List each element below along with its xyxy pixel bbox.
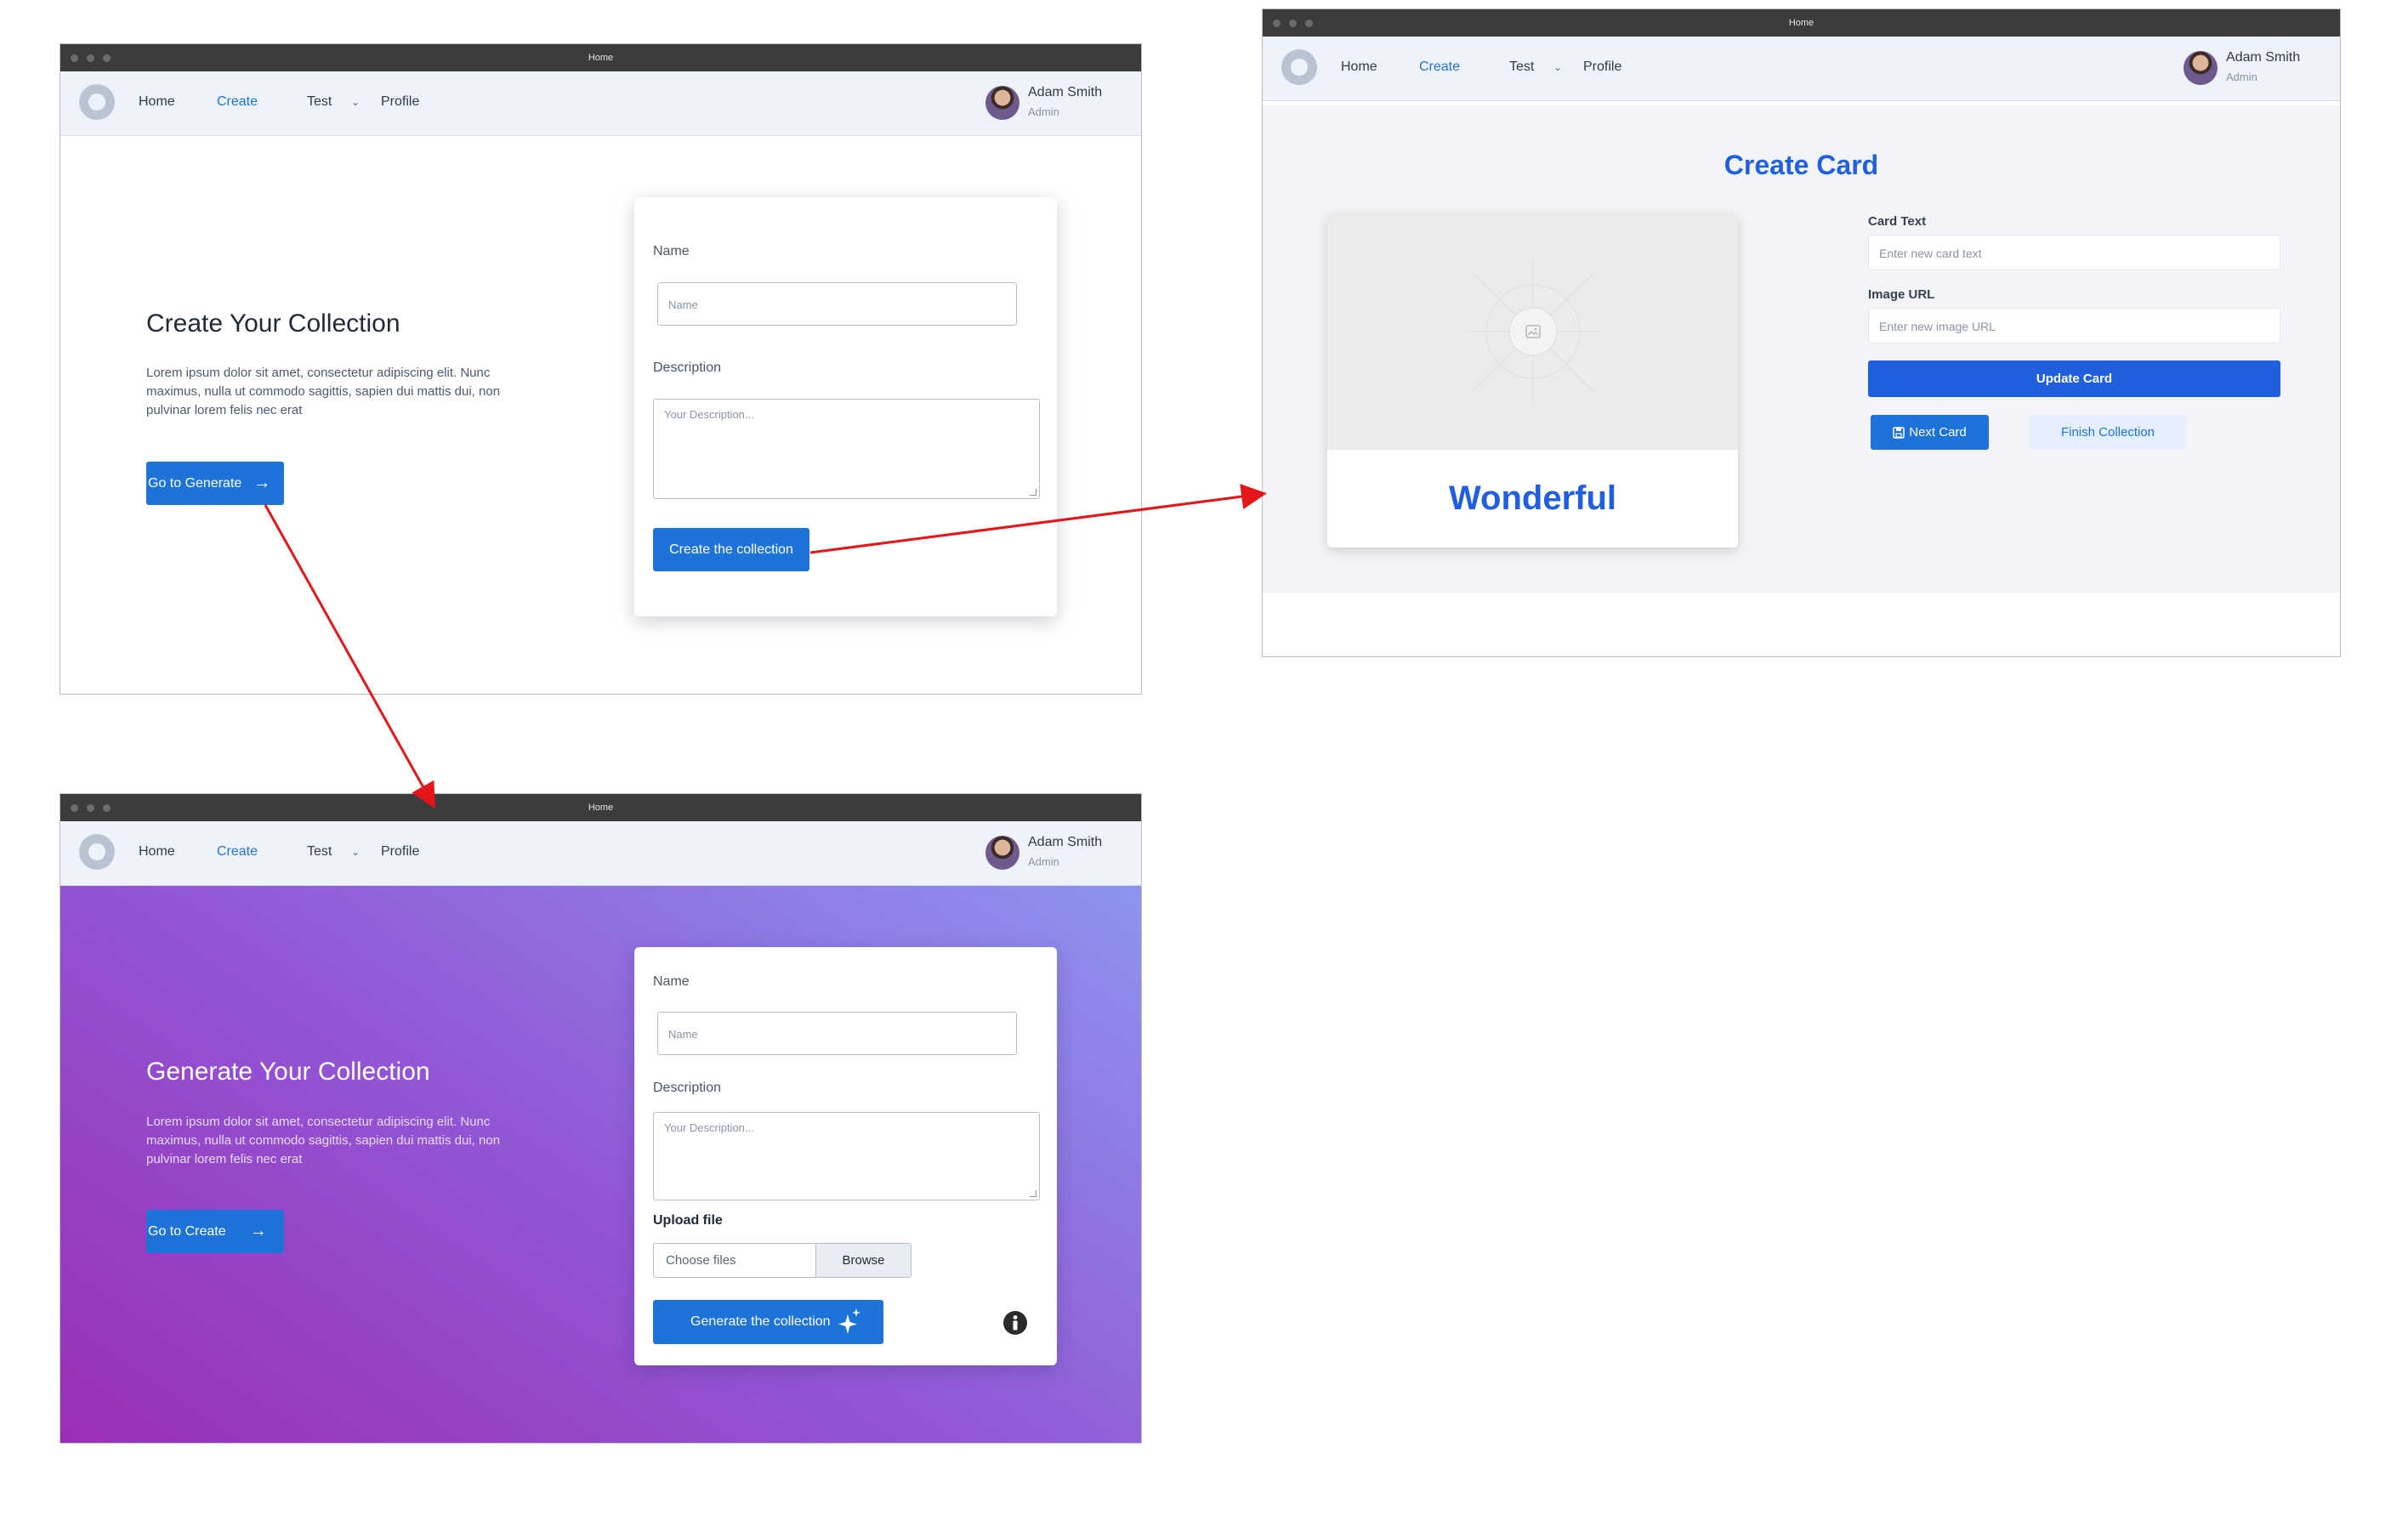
arrow-generate-to-generate-page [264, 504, 435, 809]
flow-arrows [264, 484, 1267, 809]
arrow-create-to-card-page [809, 484, 1267, 554]
